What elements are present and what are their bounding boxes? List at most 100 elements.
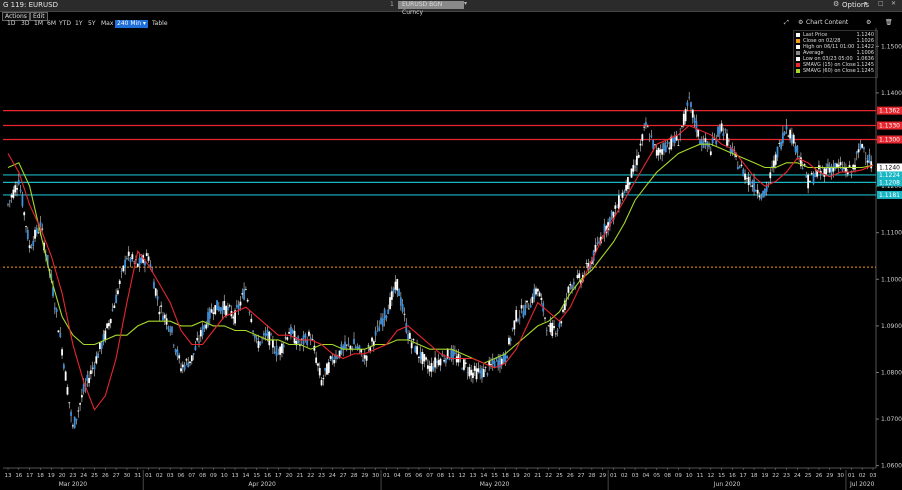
candle-body bbox=[702, 142, 705, 149]
candle-body bbox=[19, 189, 22, 192]
price-chart[interactable]: 1.15001.14001.13001.12001.11001.10001.09… bbox=[0, 0, 902, 490]
candle-body bbox=[331, 356, 334, 362]
x-tick-label: 13 bbox=[232, 473, 239, 479]
x-tick-label: 16 bbox=[15, 473, 22, 479]
candle-body bbox=[481, 368, 483, 379]
candle-body bbox=[749, 181, 752, 185]
x-tick-label: 03 bbox=[870, 473, 877, 479]
candle-body bbox=[252, 330, 254, 332]
candle-body bbox=[634, 166, 637, 168]
candle-body bbox=[738, 166, 741, 169]
candle-body bbox=[160, 305, 163, 307]
candle-body bbox=[780, 141, 782, 149]
candle-body bbox=[753, 179, 755, 192]
candle-body bbox=[513, 320, 516, 330]
candle-body bbox=[268, 331, 271, 346]
candle-body bbox=[398, 288, 400, 297]
candle-body bbox=[544, 317, 546, 319]
candle-body bbox=[376, 325, 379, 327]
month-label: Mar 2020 bbox=[59, 481, 88, 488]
candle-body bbox=[837, 164, 840, 167]
candle-body bbox=[154, 288, 157, 296]
candle-body bbox=[281, 343, 283, 354]
x-tick-label: 11 bbox=[697, 473, 704, 479]
candle-body bbox=[53, 307, 56, 310]
candle-body bbox=[28, 245, 31, 249]
candle-body bbox=[306, 340, 309, 345]
candle-body bbox=[855, 151, 858, 154]
candle-body bbox=[645, 121, 647, 126]
candle-body bbox=[468, 367, 471, 377]
candle-body bbox=[192, 353, 195, 355]
candle-body bbox=[244, 289, 247, 290]
candle-body bbox=[643, 126, 646, 128]
candle-body bbox=[145, 253, 148, 256]
candle-body bbox=[506, 355, 509, 359]
candle-body bbox=[226, 306, 229, 311]
candle-body bbox=[262, 333, 265, 336]
candle-body bbox=[787, 135, 790, 137]
level-label: 1.1300 bbox=[879, 137, 900, 144]
candle-body bbox=[326, 363, 328, 375]
candle-body bbox=[672, 137, 674, 143]
candle-body bbox=[417, 356, 420, 358]
candle-body bbox=[794, 145, 797, 152]
x-tick-label: 15 bbox=[253, 473, 260, 479]
x-tick-label: 24 bbox=[80, 473, 87, 479]
candle-body bbox=[10, 194, 13, 198]
candle-body bbox=[517, 319, 519, 322]
candle-body bbox=[490, 364, 492, 366]
candle-body bbox=[536, 288, 539, 292]
candle-body bbox=[828, 167, 831, 173]
candle-body bbox=[434, 357, 436, 368]
x-tick-label: 19 bbox=[513, 473, 520, 479]
candle-body bbox=[217, 306, 220, 312]
candle-body bbox=[827, 163, 829, 170]
candle-body bbox=[628, 182, 631, 185]
x-tick-label: 30 bbox=[837, 473, 844, 479]
candle-body bbox=[430, 363, 433, 372]
candle-body bbox=[32, 240, 35, 247]
candle-body bbox=[88, 377, 90, 384]
candle-body bbox=[333, 360, 336, 364]
x-tick-label: 27 bbox=[113, 473, 120, 479]
candle-body bbox=[237, 304, 240, 310]
candle-body bbox=[623, 191, 626, 194]
candle-body bbox=[650, 135, 653, 138]
level-label: 1.1181 bbox=[879, 192, 900, 199]
x-tick-label: 15 bbox=[718, 473, 725, 479]
x-tick-label: 28 bbox=[588, 473, 595, 479]
x-tick-label: 25 bbox=[556, 473, 563, 479]
candle-body bbox=[89, 370, 92, 374]
candle-body bbox=[686, 102, 689, 106]
candle-body bbox=[772, 160, 775, 167]
candle-body bbox=[174, 349, 177, 353]
candle-body bbox=[329, 356, 332, 359]
candle-body bbox=[416, 346, 418, 355]
x-tick-label: 12 bbox=[459, 473, 466, 479]
x-tick-label: 29 bbox=[361, 473, 368, 479]
candle-body bbox=[308, 331, 310, 336]
candle-body bbox=[419, 351, 422, 360]
candle-body bbox=[275, 345, 278, 357]
candle-body bbox=[79, 403, 81, 405]
candle-body bbox=[126, 258, 128, 260]
candle-body bbox=[201, 326, 204, 336]
candle-body bbox=[82, 384, 85, 392]
candle-body bbox=[522, 310, 525, 317]
candle-body bbox=[185, 359, 188, 361]
candle-body bbox=[727, 140, 730, 142]
x-tick-label: 27 bbox=[578, 473, 585, 479]
candle-body bbox=[740, 164, 743, 167]
candle-body bbox=[763, 189, 766, 196]
candle-body bbox=[23, 212, 26, 216]
x-tick-label: 29 bbox=[826, 473, 833, 479]
candle-body bbox=[327, 362, 330, 373]
x-tick-label: 26 bbox=[815, 473, 822, 479]
candle-body bbox=[131, 254, 134, 260]
candle-body bbox=[86, 374, 89, 382]
candle-body bbox=[618, 195, 620, 209]
candle-body bbox=[273, 351, 276, 354]
candle-body bbox=[241, 293, 244, 295]
candle-body bbox=[639, 143, 642, 146]
